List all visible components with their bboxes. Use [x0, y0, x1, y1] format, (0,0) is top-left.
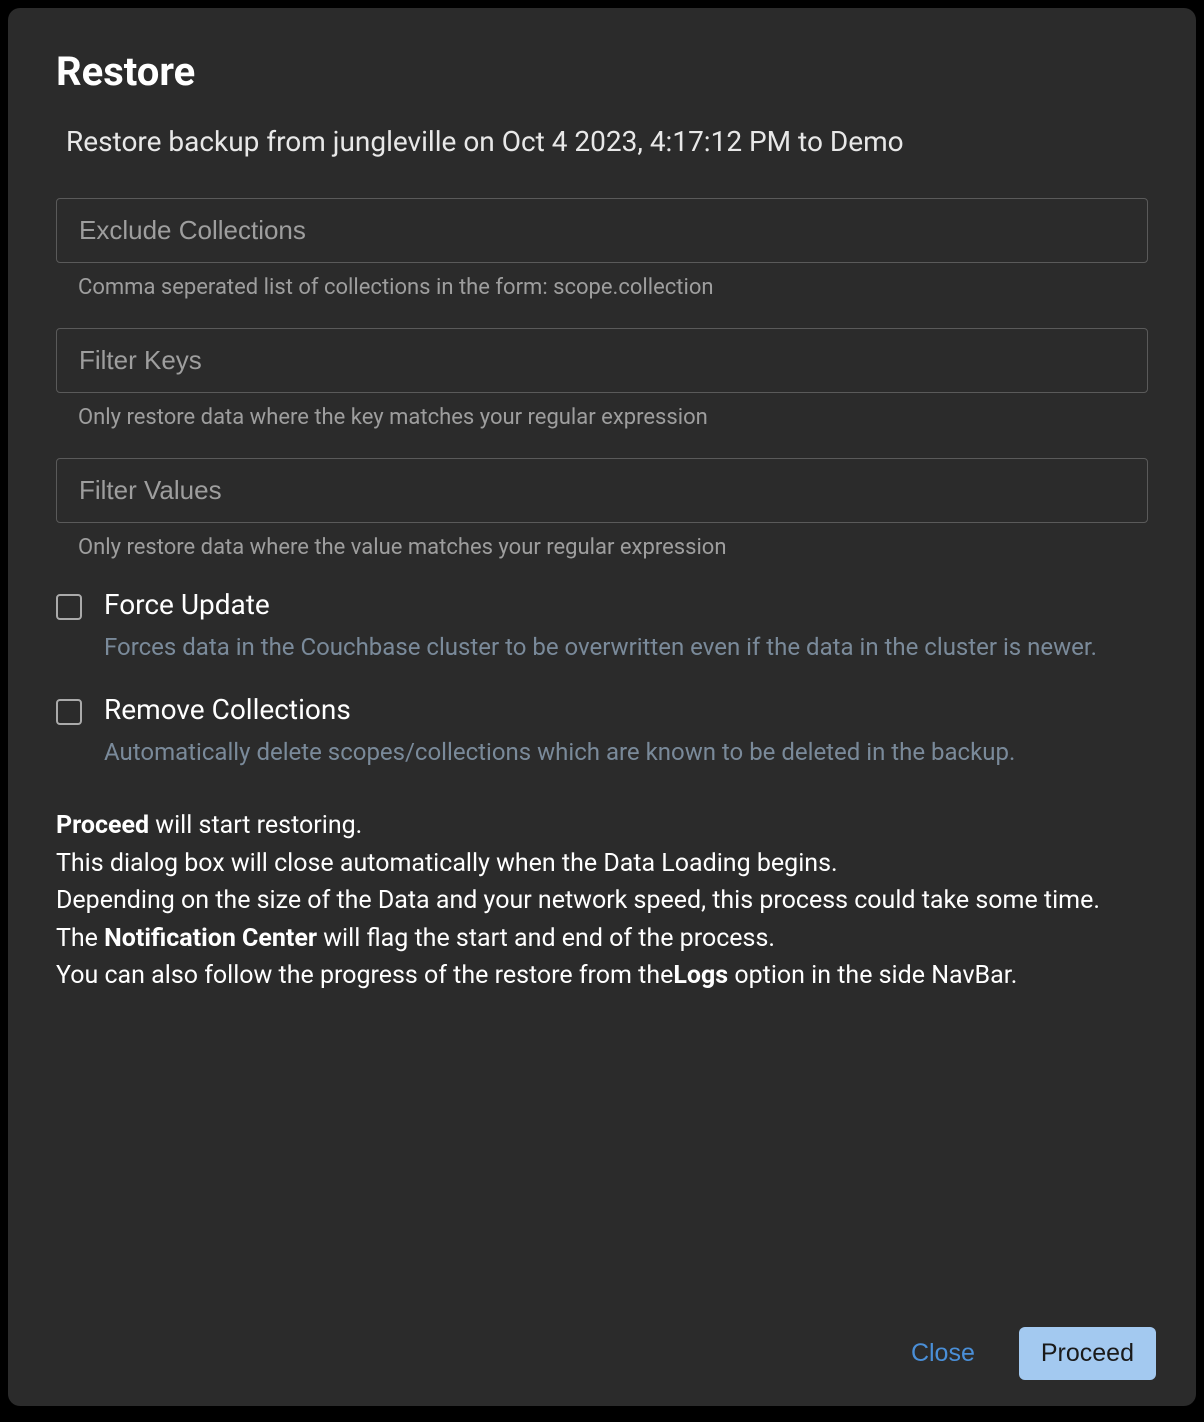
exclude-collections-input[interactable] — [56, 198, 1148, 263]
filter-keys-helper: Only restore data where the key matches … — [56, 405, 1148, 430]
info-line-4: The Notification Center will flag the st… — [56, 920, 1148, 958]
force-update-content: Force Update Forces data in the Couchbas… — [104, 588, 1148, 665]
exclude-collections-helper: Comma seperated list of collections in t… — [56, 275, 1148, 300]
restore-dialog: Restore Restore backup from jungleville … — [8, 8, 1196, 1406]
force-update-group: Force Update Forces data in the Couchbas… — [56, 588, 1148, 665]
force-update-label: Force Update — [104, 588, 1148, 621]
info-line-2: This dialog box will close automatically… — [56, 845, 1148, 883]
filter-values-helper: Only restore data where the value matche… — [56, 535, 1148, 560]
filter-values-input[interactable] — [56, 458, 1148, 523]
info-line-4-bold: Notification Center — [104, 924, 317, 953]
proceed-button[interactable]: Proceed — [1019, 1327, 1156, 1380]
remove-collections-content: Remove Collections Automatically delete … — [104, 693, 1148, 770]
info-proceed-rest: will start restoring. — [149, 811, 362, 840]
remove-collections-group: Remove Collections Automatically delete … — [56, 693, 1148, 770]
info-line-1: Proceed will start restoring. — [56, 807, 1148, 845]
info-block: Proceed will start restoring. This dialo… — [56, 807, 1148, 995]
force-update-checkbox[interactable] — [56, 594, 82, 620]
filter-keys-input[interactable] — [56, 328, 1148, 393]
remove-collections-label: Remove Collections — [104, 693, 1148, 726]
filter-values-group: Only restore data where the value matche… — [56, 458, 1148, 560]
exclude-collections-group: Comma seperated list of collections in t… — [56, 198, 1148, 300]
info-proceed-bold: Proceed — [56, 811, 149, 840]
remove-collections-description: Automatically delete scopes/collections … — [104, 736, 1148, 770]
dialog-footer: Close Proceed — [897, 1327, 1156, 1380]
info-line-5-bold: Logs — [673, 961, 728, 990]
info-line-4-pre: The — [56, 924, 104, 953]
force-update-description: Forces data in the Couchbase cluster to … — [104, 631, 1148, 665]
info-line-5: You can also follow the progress of the … — [56, 957, 1148, 995]
close-button[interactable]: Close — [897, 1329, 989, 1378]
info-line-5-pre: You can also follow the progress of the … — [56, 961, 673, 990]
filter-keys-group: Only restore data where the key matches … — [56, 328, 1148, 430]
info-line-5-post: option in the side NavBar. — [728, 961, 1017, 990]
info-line-3: Depending on the size of the Data and yo… — [56, 882, 1148, 920]
dialog-title: Restore — [56, 48, 1148, 95]
dialog-subtitle: Restore backup from jungleville on Oct 4… — [56, 125, 1148, 158]
info-line-4-post: will flag the start and end of the proce… — [317, 924, 775, 953]
remove-collections-checkbox[interactable] — [56, 699, 82, 725]
